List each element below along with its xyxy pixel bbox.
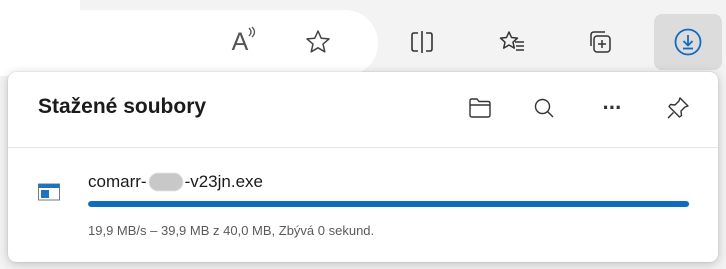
favorite-star-icon [304, 28, 332, 56]
download-item[interactable]: comarr- -v23jn.exe 19,9 MB/s – 39,9 MB z… [8, 148, 718, 258]
read-aloud-button[interactable]: A [218, 20, 262, 64]
download-progress-bar [88, 201, 690, 207]
pin-icon [666, 96, 690, 125]
open-downloads-folder-button[interactable] [460, 90, 500, 130]
exe-file-icon [38, 183, 60, 201]
more-options-button[interactable]: ··· [592, 88, 632, 128]
download-status: 19,9 MB/s – 39,9 MB z 40,0 MB, Zbývá 0 s… [88, 223, 375, 238]
favorites-list-icon [498, 28, 526, 56]
split-screen-icon [409, 29, 435, 55]
collections-button[interactable] [578, 20, 622, 64]
favorites-button[interactable] [490, 20, 534, 64]
open-folder-icon [468, 97, 492, 124]
file-name-prefix: comarr- [88, 172, 147, 191]
panel-title: Stažené soubory [38, 95, 207, 118]
downloads-button[interactable] [654, 14, 722, 70]
favorite-button[interactable] [296, 20, 340, 64]
search-icon [533, 97, 555, 124]
file-name-suffix: -v23jn.exe [184, 172, 263, 191]
more-options-icon: ··· [602, 95, 623, 120]
downloads-panel: Stažené soubory ··· comarr- -v23jn.exe 1… [8, 72, 718, 262]
tab-strip-edge [0, 0, 80, 10]
redacted-text [148, 173, 183, 191]
download-progress-fill [88, 201, 689, 207]
search-downloads-button[interactable] [524, 90, 564, 130]
download-file-name[interactable]: comarr- -v23jn.exe [88, 172, 263, 192]
read-aloud-icon: A [232, 26, 256, 57]
pin-panel-button[interactable] [658, 90, 698, 130]
split-screen-button[interactable] [400, 20, 444, 64]
downloads-icon [673, 27, 703, 57]
collections-icon [586, 28, 614, 56]
